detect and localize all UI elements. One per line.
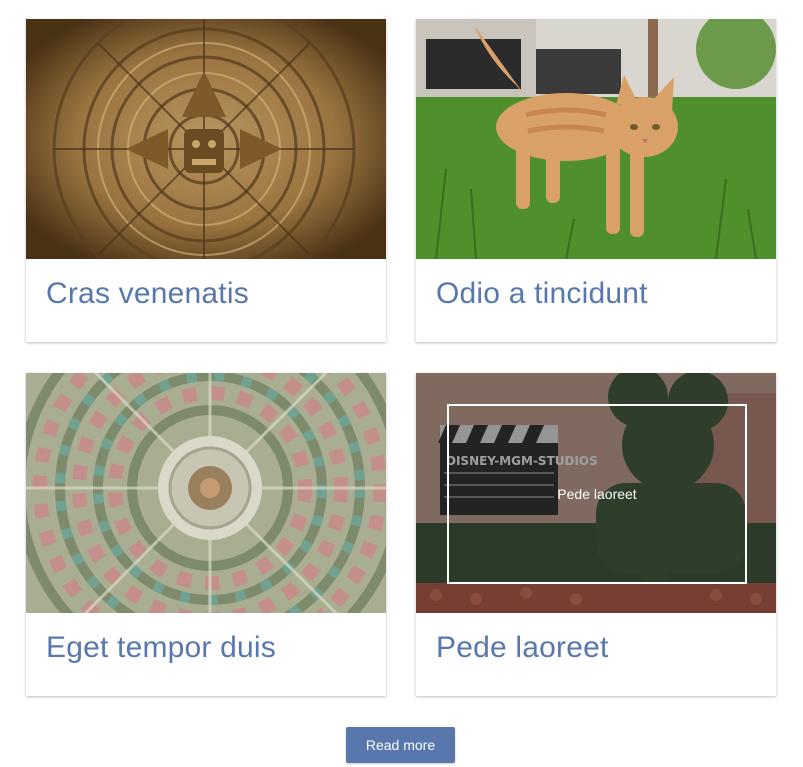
card-title[interactable]: Cras venenatis	[46, 277, 249, 311]
card-title[interactable]: Odio a tincidunt	[436, 277, 648, 311]
card-image-cat[interactable]	[416, 19, 776, 259]
card-title[interactable]: Eget tempor duis	[46, 631, 276, 665]
card-image-aztec-calendar[interactable]	[26, 19, 386, 259]
portfolio-card[interactable]: DISNEY-MGM-STUDIOS Pede laoreet Pede lao	[416, 373, 776, 696]
overlay-frame: Pede laoreet	[447, 404, 747, 584]
portfolio-grid: Cras venenatis Odio a tincidunt Eget tem…	[0, 0, 803, 767]
portfolio-card[interactable]: Cras venenatis	[26, 19, 386, 342]
read-more-button[interactable]: Read more	[346, 727, 455, 763]
card-image-dome[interactable]	[26, 373, 386, 613]
portfolio-card[interactable]: Odio a tincidunt	[416, 19, 776, 342]
portfolio-card[interactable]: Eget tempor duis	[26, 373, 386, 696]
hover-overlay[interactable]: Pede laoreet	[416, 373, 776, 613]
overlay-caption: Pede laoreet	[557, 486, 637, 502]
card-title[interactable]: Pede laoreet	[436, 631, 609, 665]
card-image-topiary[interactable]: DISNEY-MGM-STUDIOS Pede laoreet	[416, 373, 776, 613]
